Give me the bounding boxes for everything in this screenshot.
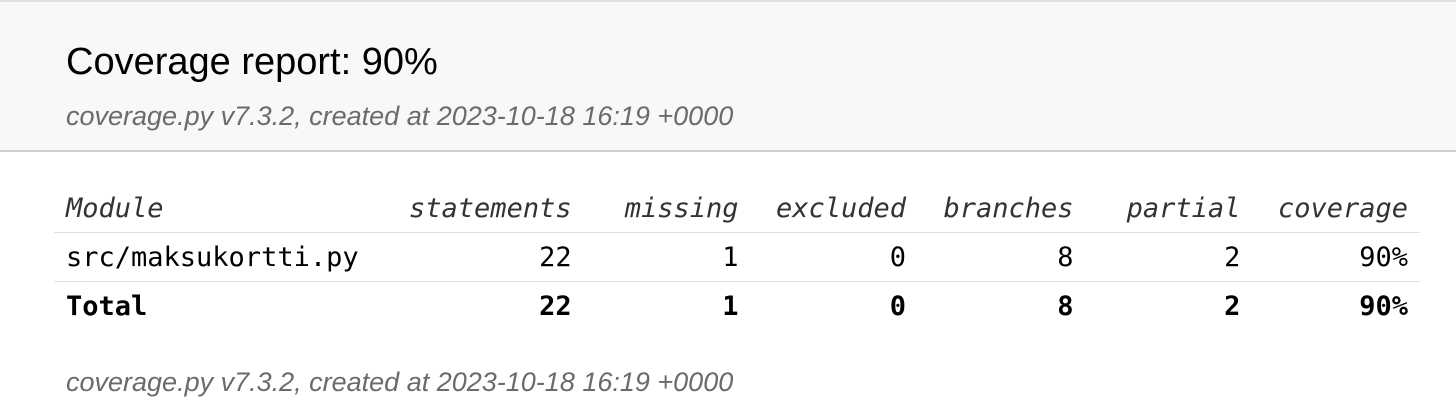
footer-created-info: coverage.py v7.3.2, created at 2023-10-1… — [66, 367, 734, 397]
statements-cell: 22 — [397, 232, 584, 282]
coverage-cell: 90% — [1252, 232, 1420, 282]
column-header-statements[interactable]: statements — [397, 184, 584, 233]
partial-cell: 2 — [1085, 232, 1253, 282]
column-header-coverage[interactable]: coverage — [1252, 184, 1420, 233]
excluded-cell: 0 — [750, 232, 919, 282]
total-branches: 8 — [1057, 290, 1074, 322]
column-header-module[interactable]: Module — [54, 184, 398, 233]
missing-cell: 1 — [583, 232, 751, 282]
report-header: Coverage report: 90% coverage.py v7.3.2,… — [0, 0, 1456, 152]
created-info: coverage.py v7.3.2, created at 2023-10-1… — [66, 101, 734, 131]
column-header-missing[interactable]: missing — [583, 184, 751, 233]
module-cell: src/maksukortti.py — [54, 232, 398, 282]
page-title: Coverage report: 90% — [66, 41, 438, 83]
column-header-branches[interactable]: branches — [918, 184, 1086, 233]
table-header-row: Module statements missing excluded branc… — [54, 184, 1420, 233]
total-label: Total — [66, 290, 148, 322]
branches-cell: 8 — [918, 232, 1086, 282]
coverage-table: Module statements missing excluded branc… — [54, 184, 1420, 330]
total-missing: 1 — [722, 290, 739, 322]
total-partial: 2 — [1224, 290, 1241, 322]
total-statements: 22 — [539, 290, 572, 322]
total-coverage: 90% — [1359, 290, 1408, 322]
total-row: Total 22 1 0 8 2 90% — [54, 282, 1420, 331]
column-header-partial[interactable]: partial — [1085, 184, 1253, 233]
column-header-excluded[interactable]: excluded — [750, 184, 919, 233]
total-excluded: 0 — [889, 290, 907, 322]
module-link[interactable]: src/maksukortti.py — [66, 242, 359, 273]
table-row: src/maksukortti.py 22 1 0 8 2 90% — [54, 232, 1420, 282]
